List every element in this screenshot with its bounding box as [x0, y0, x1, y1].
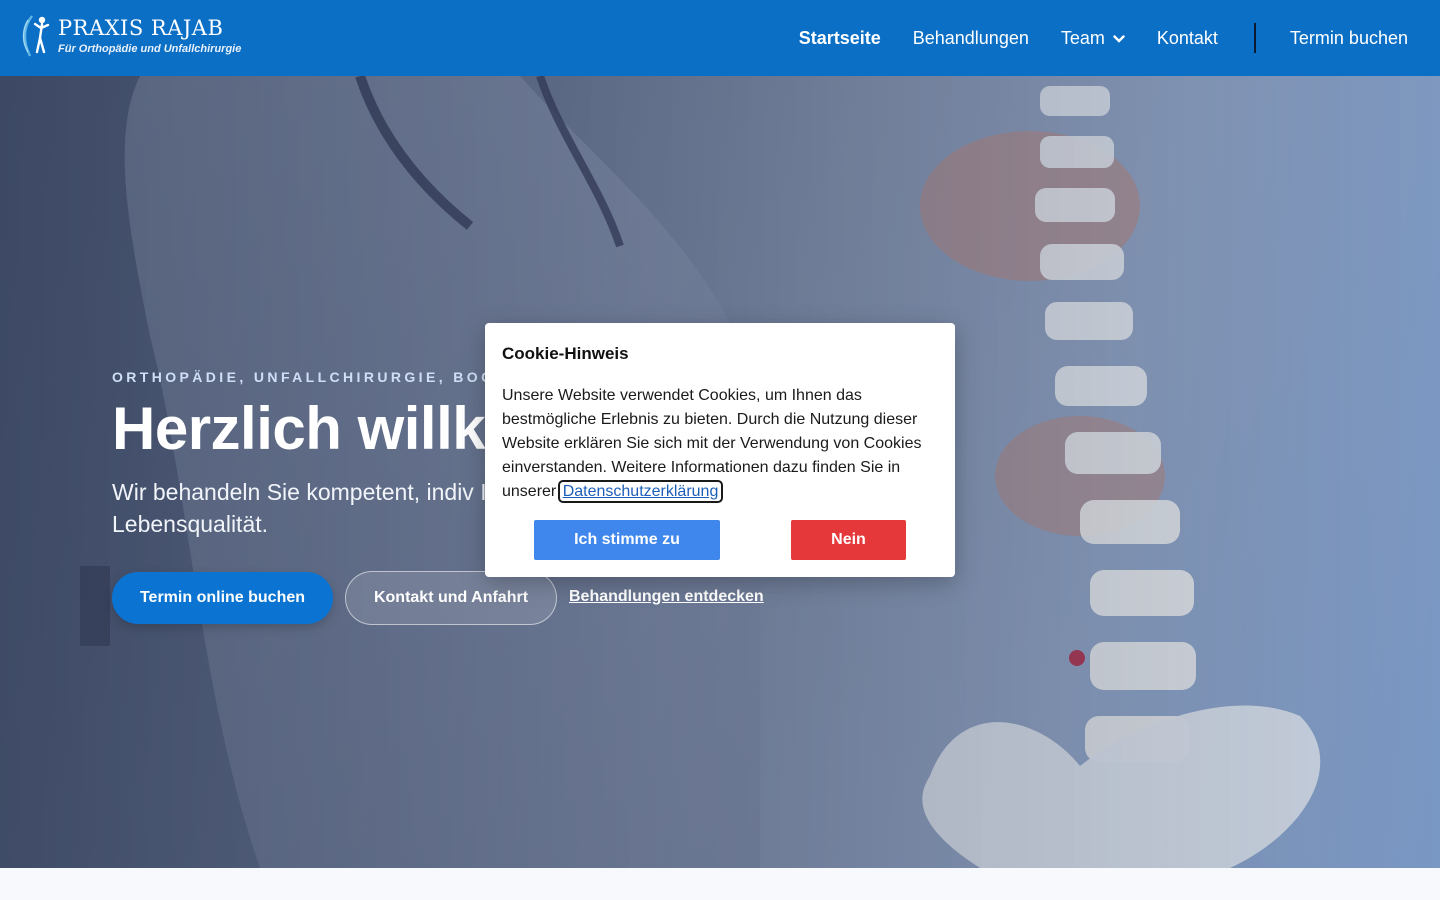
cookie-decline-button[interactable]: Nein [791, 520, 906, 560]
nav-startseite[interactable]: Startseite [799, 28, 881, 49]
logo-subtitle: Für Orthopädie und Unfallchirurgie [58, 43, 242, 55]
cookie-dialog: Cookie-Hinweis Unsere Website verwendet … [485, 323, 955, 577]
logo[interactable]: PRAXIS RAJAB Für Orthopädie und Unfallch… [18, 12, 241, 62]
hero-title: Herzlich willko [112, 395, 522, 462]
nav-team[interactable]: Team [1061, 28, 1125, 49]
nav-behandlungen[interactable]: Behandlungen [913, 28, 1029, 49]
next-section-strip [0, 868, 1440, 900]
cookie-title: Cookie-Hinweis [502, 344, 629, 363]
main-navigation: Startseite Behandlungen Team Kontakt Ter… [767, 0, 1408, 76]
cookie-text: Unsere Website verwendet Cookies, um Ihn… [502, 384, 942, 504]
logo-title: PRAXIS RAJAB [58, 16, 224, 40]
runner-figure-icon [22, 15, 50, 57]
privacy-policy-link[interactable]: Datenschutzerklärung [557, 480, 724, 503]
contact-directions-button[interactable]: Kontakt und Anfahrt [345, 571, 557, 625]
nav-termin-buchen[interactable]: Termin buchen [1290, 28, 1408, 49]
nav-team-label: Team [1060, 27, 1105, 48]
book-online-button[interactable]: Termin online buchen [112, 572, 333, 624]
site-header: PRAXIS RAJAB Für Orthopädie und Unfallch… [0, 0, 1440, 76]
discover-treatments-link[interactable]: Behandlungen entdecken [569, 588, 764, 606]
nav-kontakt[interactable]: Kontakt [1157, 28, 1218, 49]
hero-eyebrow: ORTHOPÄDIE, UNFALLCHIRURGIE, BOCH [112, 369, 509, 385]
nav-divider [1253, 23, 1256, 53]
chevron-down-icon [1113, 28, 1125, 49]
cookie-accept-button[interactable]: Ich stimme zu [534, 520, 720, 560]
